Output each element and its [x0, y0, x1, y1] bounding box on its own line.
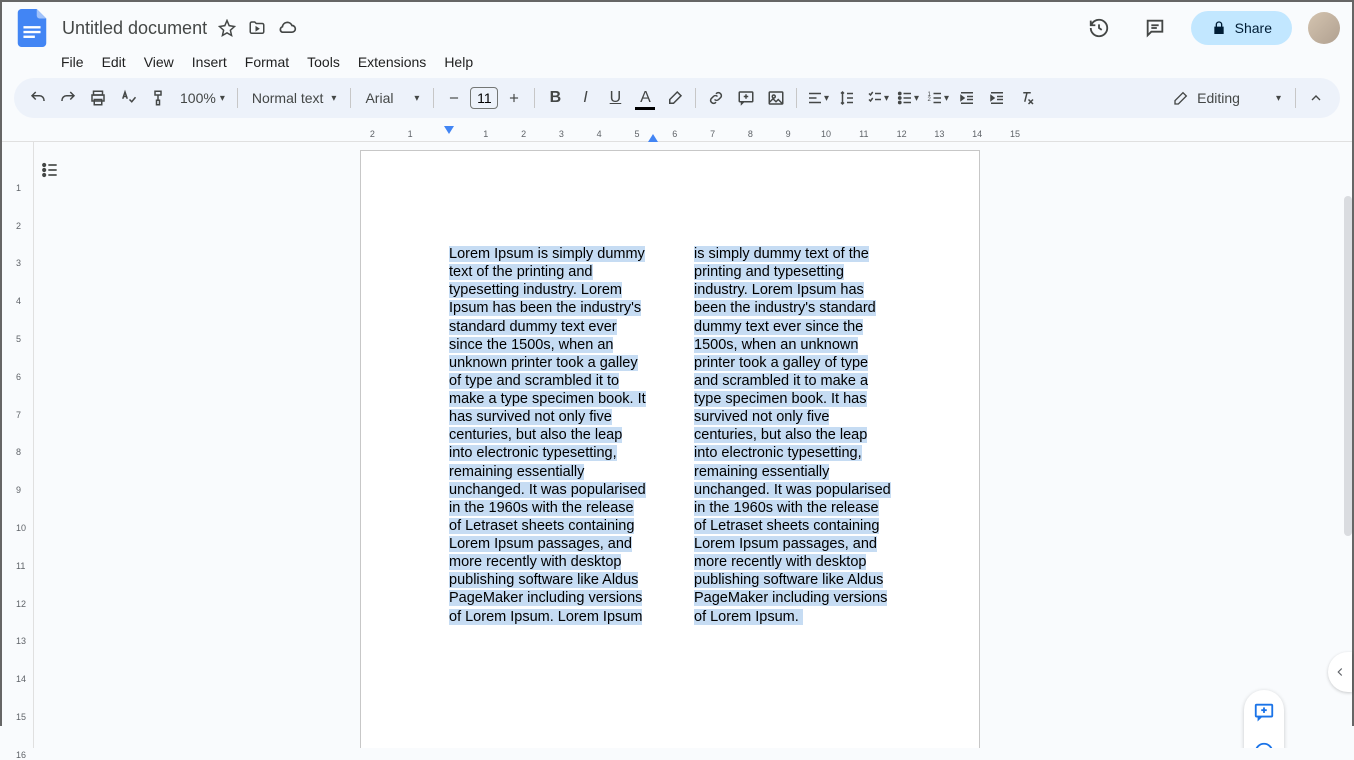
vertical-scrollbar[interactable] — [1344, 116, 1352, 696]
add-comment-button[interactable] — [732, 84, 760, 112]
share-button[interactable]: Share — [1191, 11, 1292, 45]
align-button[interactable]: ▾ — [803, 84, 831, 112]
numbered-list-button[interactable]: 12▾ — [923, 84, 951, 112]
horizontal-ruler[interactable]: 21123456789101112131415 — [2, 126, 1352, 142]
history-icon[interactable] — [1079, 8, 1119, 48]
font-select[interactable]: Arial▾ — [357, 84, 427, 112]
svg-text:2: 2 — [927, 97, 931, 103]
docs-logo-icon[interactable] — [14, 10, 50, 46]
paint-format-button[interactable] — [144, 84, 172, 112]
chevron-down-icon: ▾ — [944, 93, 949, 104]
insert-link-button[interactable] — [702, 84, 730, 112]
spellcheck-button[interactable] — [114, 84, 142, 112]
checklist-button[interactable]: ▾ — [863, 84, 891, 112]
clear-formatting-button[interactable] — [1013, 84, 1041, 112]
highlight-button[interactable] — [661, 84, 689, 112]
bold-button[interactable]: B — [541, 84, 569, 112]
undo-button[interactable] — [24, 84, 52, 112]
chevron-down-icon: ▾ — [824, 93, 829, 104]
selected-body-text[interactable]: Lorem Ipsum is simply dummy text of the … — [449, 246, 891, 625]
fontsize-input[interactable] — [470, 87, 498, 109]
pencil-icon — [1173, 90, 1189, 106]
separator — [433, 88, 434, 108]
insert-image-button[interactable] — [762, 84, 790, 112]
paragraph-style-select[interactable]: Normal text▾ — [244, 84, 345, 112]
separator — [350, 88, 351, 108]
decrease-fontsize-button[interactable] — [440, 84, 468, 112]
menu-tools[interactable]: Tools — [300, 50, 347, 74]
chevron-down-icon: ▾ — [1276, 93, 1281, 104]
menubar: File Edit View Insert Format Tools Exten… — [2, 50, 1352, 78]
document-title[interactable]: Untitled document — [62, 18, 207, 39]
decrease-indent-button[interactable] — [953, 84, 981, 112]
menu-format[interactable]: Format — [238, 50, 296, 74]
chevron-down-icon: ▾ — [331, 93, 336, 104]
document-page[interactable]: Lorem Ipsum is simply dummy text of the … — [360, 150, 980, 748]
editing-mode-button[interactable]: Editing ▾ — [1165, 84, 1289, 112]
chevron-down-icon: ▾ — [884, 93, 889, 104]
chevron-down-icon: ▾ — [220, 93, 225, 104]
lock-icon — [1211, 20, 1227, 36]
chevron-down-icon: ▾ — [914, 93, 919, 104]
menu-file[interactable]: File — [54, 50, 91, 74]
collapse-toolbar-button[interactable] — [1302, 84, 1330, 112]
floating-comment-toolbar — [1244, 690, 1284, 748]
zoom-select[interactable]: 100%▾ — [174, 84, 231, 112]
italic-button[interactable]: I — [571, 84, 599, 112]
underline-button[interactable]: U — [601, 84, 629, 112]
vertical-ruler[interactable]: 12345678910111213141516 — [2, 142, 34, 748]
move-folder-icon[interactable] — [247, 18, 267, 38]
outline-toggle-icon[interactable] — [38, 158, 62, 182]
separator — [534, 88, 535, 108]
increase-indent-button[interactable] — [983, 84, 1011, 112]
menu-view[interactable]: View — [137, 50, 181, 74]
share-label: Share — [1235, 20, 1272, 36]
bullet-list-button[interactable]: ▾ — [893, 84, 921, 112]
comments-icon[interactable] — [1135, 8, 1175, 48]
cloud-status-icon[interactable] — [277, 18, 297, 38]
separator — [1295, 88, 1296, 108]
redo-button[interactable] — [54, 84, 82, 112]
separator — [796, 88, 797, 108]
print-button[interactable] — [84, 84, 112, 112]
menu-edit[interactable]: Edit — [95, 50, 133, 74]
emoji-reaction-button[interactable] — [1250, 738, 1278, 748]
chevron-down-icon: ▾ — [414, 93, 419, 104]
menu-insert[interactable]: Insert — [185, 50, 234, 74]
star-icon[interactable] — [217, 18, 237, 38]
separator — [695, 88, 696, 108]
toolbar: 100%▾ Normal text▾ Arial▾ B I U A ▾ ▾ ▾ … — [14, 78, 1340, 118]
menu-help[interactable]: Help — [437, 50, 480, 74]
increase-fontsize-button[interactable] — [500, 84, 528, 112]
line-spacing-button[interactable] — [833, 84, 861, 112]
add-comment-float-button[interactable] — [1250, 698, 1278, 726]
menu-extensions[interactable]: Extensions — [351, 50, 433, 74]
user-avatar[interactable] — [1308, 12, 1340, 44]
separator — [237, 88, 238, 108]
text-color-button[interactable]: A — [631, 84, 659, 112]
titlebar: Untitled document Share — [2, 2, 1352, 50]
